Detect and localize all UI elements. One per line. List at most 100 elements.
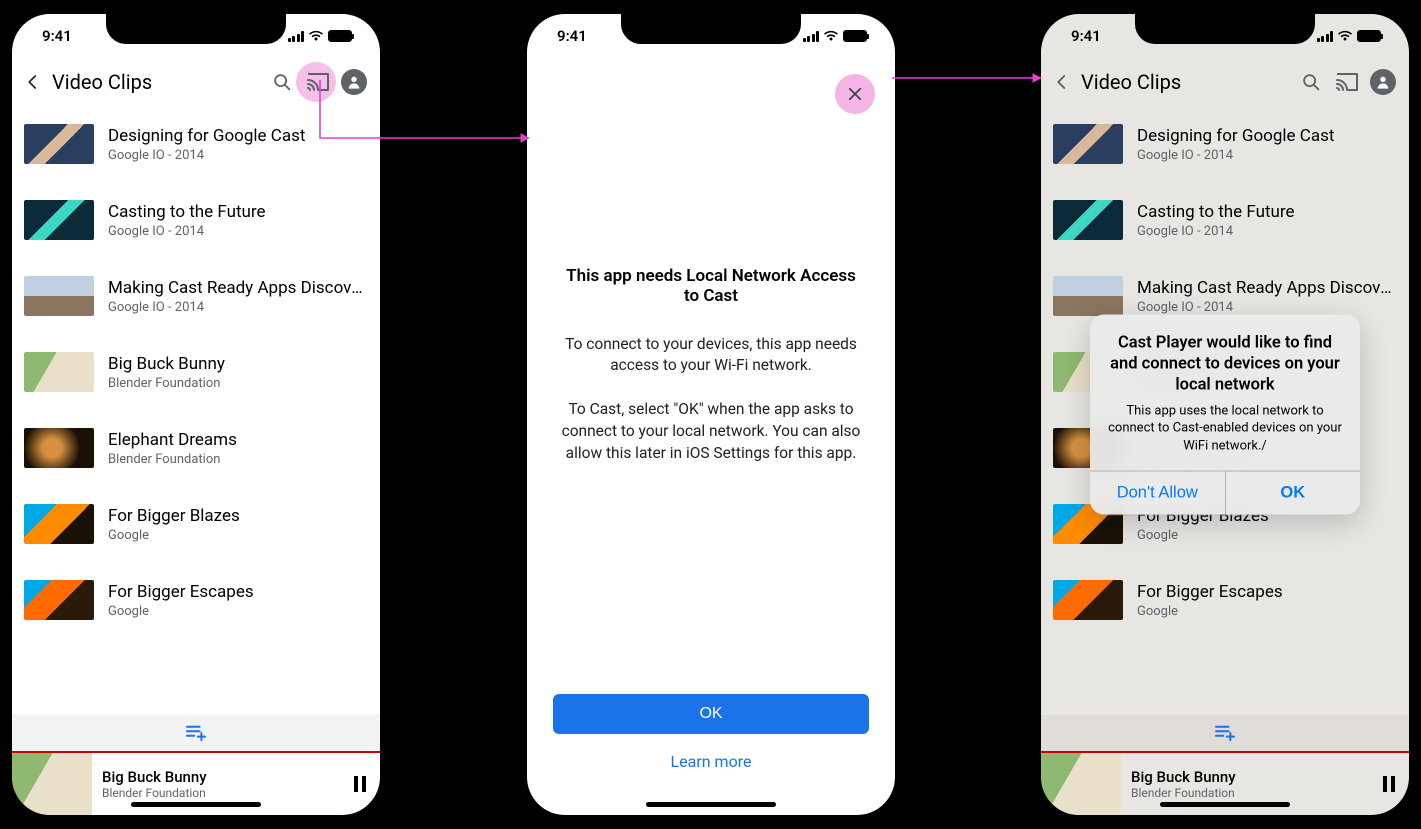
- app-header: Video Clips: [12, 58, 380, 106]
- interstitial-para-2: To Cast, select "OK" when the app asks t…: [557, 399, 865, 464]
- pause-button[interactable]: [1383, 776, 1395, 792]
- home-indicator[interactable]: [646, 802, 776, 807]
- video-thumbnail: [1053, 200, 1123, 240]
- wifi-icon: [308, 30, 324, 42]
- video-thumbnail: [24, 124, 94, 164]
- video-thumbnail: [24, 276, 94, 316]
- notch: [621, 14, 801, 44]
- playlist-add-icon: [1214, 724, 1236, 742]
- queue-bar[interactable]: [1041, 715, 1409, 751]
- screen-2: 9:41 This app needs Local Network Access…: [527, 14, 895, 815]
- video-title: Designing for Google Cast: [1137, 126, 1397, 146]
- battery-icon: [328, 30, 352, 42]
- app-header: Video Clips: [1041, 58, 1409, 106]
- account-button[interactable]: [340, 69, 368, 95]
- close-icon: [846, 85, 864, 103]
- status-right: [288, 30, 353, 42]
- video-title: Making Cast Ready Apps Discover…: [108, 278, 368, 298]
- phone-frame-2: 9:41 This app needs Local Network Access…: [515, 2, 907, 827]
- wifi-icon: [823, 30, 839, 42]
- cast-button[interactable]: [304, 72, 332, 92]
- video-list[interactable]: Designing for Google Cast Google IO - 20…: [12, 106, 380, 715]
- home-indicator[interactable]: [1160, 802, 1290, 807]
- video-subtitle: Blender Foundation: [108, 452, 368, 467]
- avatar-icon: [1370, 69, 1396, 95]
- video-title: For Bigger Escapes: [1137, 582, 1397, 602]
- video-subtitle: Google: [1137, 528, 1397, 543]
- video-thumbnail: [1053, 124, 1123, 164]
- video-thumbnail: [1053, 580, 1123, 620]
- video-thumbnail: [24, 504, 94, 544]
- video-title: Big Buck Bunny: [108, 354, 368, 374]
- video-subtitle: Google: [1137, 604, 1397, 619]
- status-time: 9:41: [1071, 27, 1101, 45]
- screen-3: 9:41 Video Clips: [1041, 14, 1409, 815]
- now-playing-title: Big Buck Bunny: [102, 768, 344, 786]
- video-thumbnail: [24, 200, 94, 240]
- list-item[interactable]: Making Cast Ready Apps Discover… Google …: [12, 258, 380, 334]
- cast-button[interactable]: [1333, 72, 1361, 92]
- now-playing-subtitle: Blender Foundation: [1131, 786, 1373, 800]
- page-title: Video Clips: [1081, 70, 1289, 94]
- avatar-icon: [341, 69, 367, 95]
- video-subtitle: Google: [108, 528, 368, 543]
- video-subtitle: Google IO - 2014: [1137, 224, 1397, 239]
- video-thumbnail: [1053, 276, 1123, 316]
- search-button[interactable]: [1297, 71, 1325, 93]
- video-subtitle: Blender Foundation: [108, 376, 368, 391]
- pause-button[interactable]: [354, 776, 366, 792]
- dialog-title: Cast Player would like to find and conne…: [1106, 332, 1344, 396]
- video-subtitle: Google: [108, 604, 368, 619]
- battery-icon: [1357, 30, 1381, 42]
- playlist-add-icon: [185, 724, 207, 742]
- list-item[interactable]: Designing for Google Cast Google IO - 20…: [1041, 106, 1409, 182]
- now-playing-subtitle: Blender Foundation: [102, 786, 344, 800]
- interstitial-title: This app needs Local Network Access to C…: [557, 266, 865, 306]
- account-button[interactable]: [1369, 69, 1397, 95]
- video-title: Making Cast Ready Apps Discover…: [1137, 278, 1397, 298]
- video-subtitle: Google IO - 2014: [108, 300, 368, 315]
- notch: [1135, 14, 1315, 44]
- video-title: For Bigger Escapes: [108, 582, 368, 602]
- video-title: Designing for Google Cast: [108, 126, 368, 146]
- search-button[interactable]: [268, 71, 296, 93]
- page-title: Video Clips: [52, 70, 260, 94]
- video-subtitle: Google IO - 2014: [108, 224, 368, 239]
- home-indicator[interactable]: [131, 802, 261, 807]
- interstitial-para-1: To connect to your devices, this app nee…: [557, 334, 865, 377]
- cellular-signal-icon: [1317, 31, 1334, 42]
- system-permission-dialog: Cast Player would like to find and conne…: [1090, 314, 1360, 515]
- video-thumbnail: [24, 580, 94, 620]
- dialog-message: This app uses the local network to conne…: [1106, 402, 1344, 455]
- video-thumbnail: [24, 428, 94, 468]
- list-item[interactable]: Designing for Google Cast Google IO - 20…: [12, 106, 380, 182]
- back-button[interactable]: [1053, 73, 1071, 91]
- queue-bar[interactable]: [12, 715, 380, 751]
- ok-button[interactable]: OK: [553, 694, 869, 734]
- video-title: Elephant Dreams: [108, 430, 368, 450]
- list-item[interactable]: Elephant Dreams Blender Foundation: [12, 410, 380, 486]
- list-item[interactable]: Casting to the Future Google IO - 2014: [1041, 182, 1409, 258]
- list-item[interactable]: Big Buck Bunny Blender Foundation: [12, 334, 380, 410]
- dialog-ok-button[interactable]: OK: [1225, 472, 1361, 515]
- list-item[interactable]: For Bigger Escapes Google: [12, 562, 380, 638]
- dont-allow-button[interactable]: Don't Allow: [1090, 472, 1225, 515]
- battery-icon: [843, 30, 867, 42]
- close-button[interactable]: [835, 74, 875, 114]
- list-item[interactable]: For Bigger Escapes Google: [1041, 562, 1409, 638]
- now-playing-title: Big Buck Bunny: [1131, 768, 1373, 786]
- phone-frame-1: 9:41 Video Clips: [0, 2, 392, 827]
- phone-frame-3: 9:41 Video Clips: [1029, 2, 1421, 827]
- video-title: Casting to the Future: [108, 202, 368, 222]
- status-time: 9:41: [557, 27, 587, 45]
- status-time: 9:41: [42, 27, 72, 45]
- back-button[interactable]: [24, 73, 42, 91]
- video-title: For Bigger Blazes: [108, 506, 368, 526]
- now-playing-thumbnail: [12, 753, 92, 815]
- flow-arrow-2: [890, 68, 1050, 88]
- list-item[interactable]: Casting to the Future Google IO - 2014: [12, 182, 380, 258]
- list-item[interactable]: For Bigger Blazes Google: [12, 486, 380, 562]
- video-subtitle: Google IO - 2014: [1137, 148, 1397, 163]
- status-right: [803, 30, 868, 42]
- learn-more-link[interactable]: Learn more: [553, 752, 869, 771]
